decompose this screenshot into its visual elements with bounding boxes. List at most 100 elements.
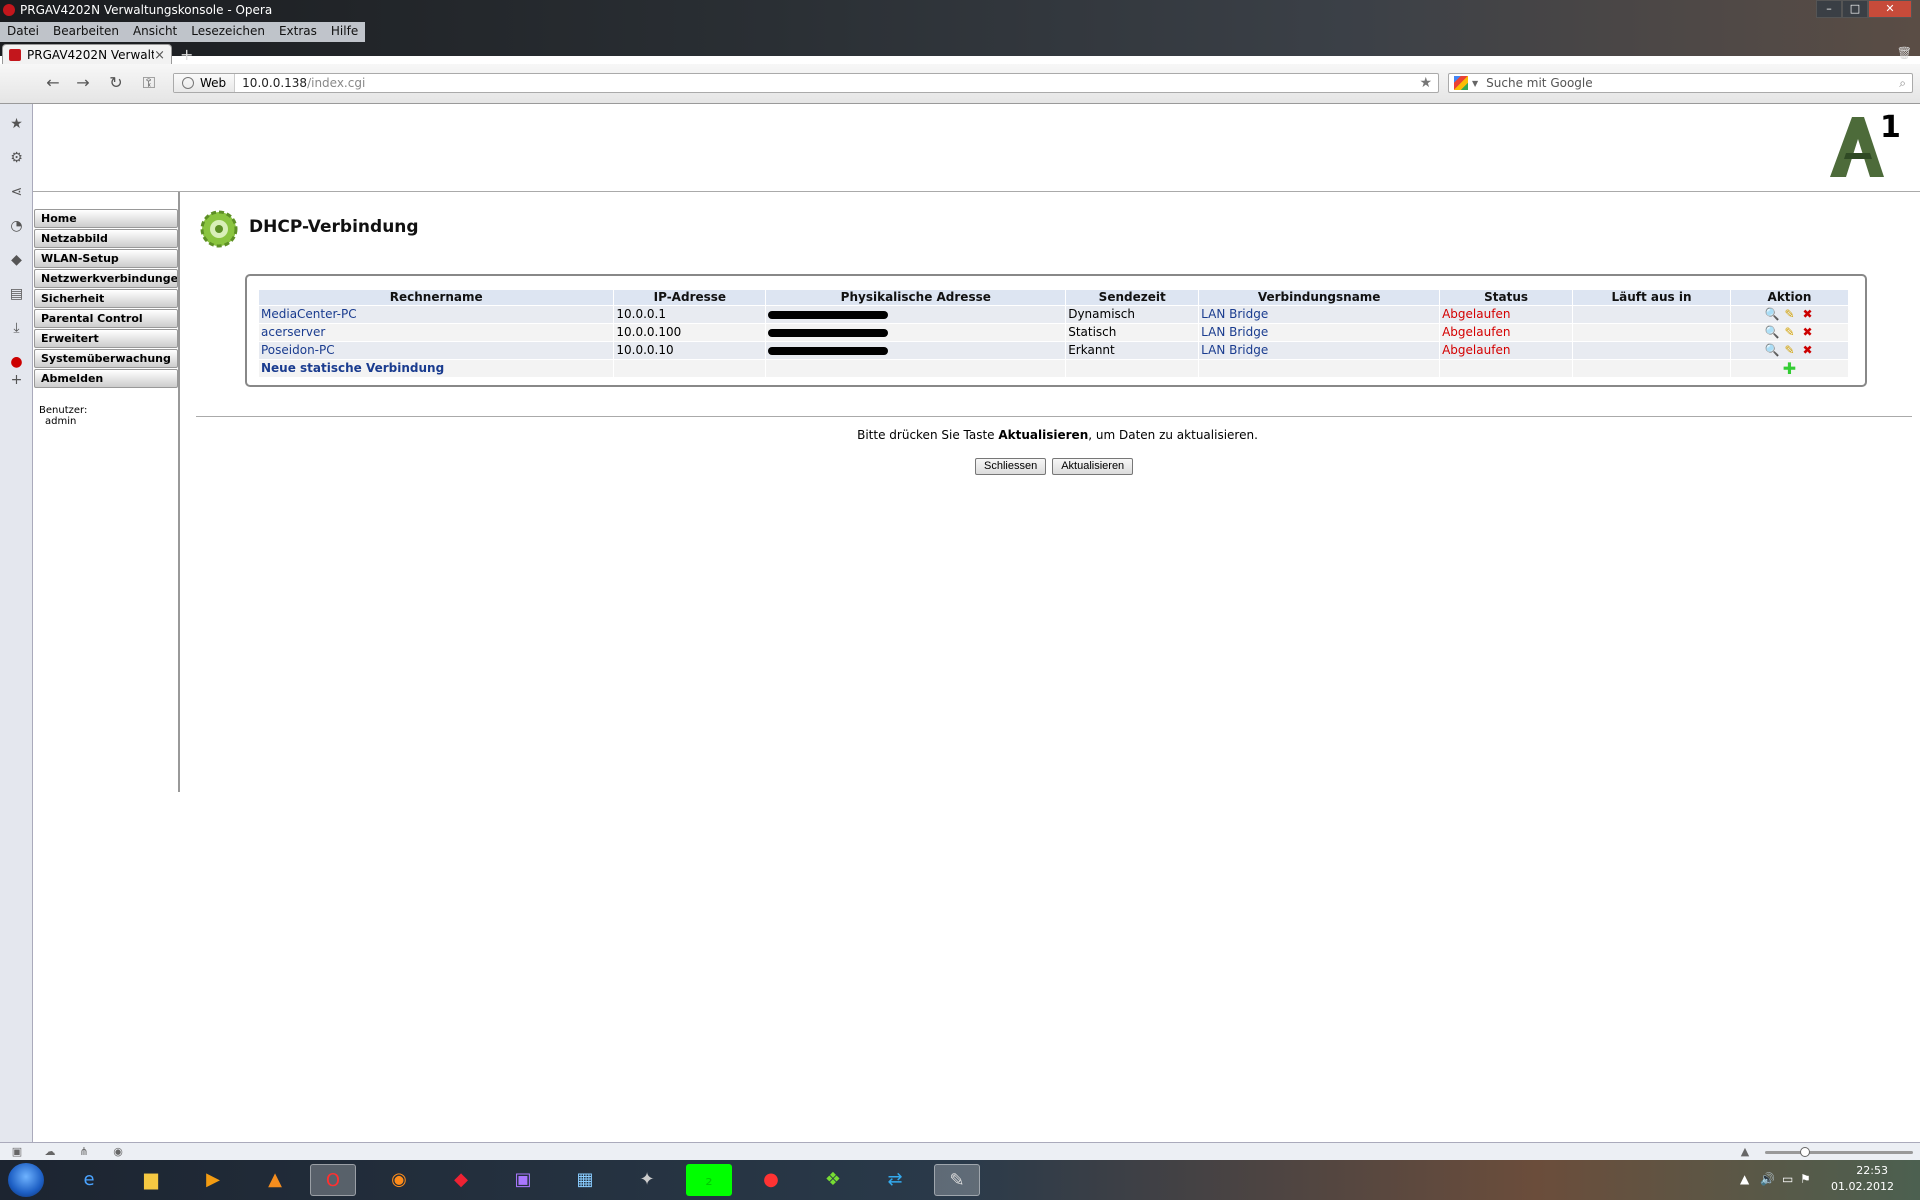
- conn-link[interactable]: LAN Bridge: [1198, 304, 1441, 323]
- col-sendezeit: Sendezeit: [1065, 290, 1200, 305]
- host-link[interactable]: MediaCenter-PC: [259, 304, 615, 323]
- network-icon[interactable]: ▦: [562, 1164, 608, 1196]
- edit-icon[interactable]: ✎: [1782, 343, 1796, 357]
- history-icon[interactable]: ◔: [8, 218, 25, 235]
- type-cell: Erkannt: [1065, 340, 1200, 359]
- nav-abmelden[interactable]: Abmelden: [34, 369, 178, 388]
- start-button[interactable]: [8, 1163, 44, 1197]
- schliessen-button[interactable]: Schliessen: [975, 458, 1047, 475]
- delete-icon[interactable]: ✖: [1800, 343, 1814, 357]
- nav-systemueberwachung[interactable]: Systemüberwachung: [34, 349, 178, 368]
- forward-icon[interactable]: →: [72, 72, 94, 94]
- nav-erweitert[interactable]: Erweitert: [34, 329, 178, 348]
- tab-router-admin[interactable]: PRGAV4202N Verwaltu... ×: [2, 44, 172, 65]
- conn-link[interactable]: LAN Bridge: [1198, 322, 1441, 341]
- tools-icon[interactable]: ✦: [624, 1164, 670, 1196]
- zoom-icon[interactable]: 🔍: [1764, 307, 1779, 321]
- explorer-icon[interactable]: ▆: [128, 1164, 174, 1196]
- chevron-down-icon[interactable]: ▼: [1472, 79, 1478, 88]
- nav-wlan-setup[interactable]: WLAN-Setup: [34, 249, 178, 268]
- turbo-icon[interactable]: ⋔: [77, 1145, 91, 1159]
- media-player-icon[interactable]: ▶: [190, 1164, 236, 1196]
- trash-icon[interactable]: 🗑: [1897, 46, 1912, 60]
- reload-icon[interactable]: ↻: [105, 72, 127, 94]
- game-icon[interactable]: ●: [748, 1164, 794, 1196]
- window-titlebar: PRGAV4202N Verwaltungskonsole - Opera – …: [0, 0, 1920, 65]
- new-static-connection-link[interactable]: Neue statische Verbindung: [261, 361, 444, 375]
- add-icon[interactable]: ✚: [1782, 360, 1796, 376]
- opera-taskbar-icon[interactable]: O: [310, 1164, 356, 1196]
- flag-icon[interactable]: ⚑: [1800, 1172, 1811, 1186]
- key-icon[interactable]: ⚿: [138, 72, 160, 94]
- conn-link[interactable]: LAN Bridge: [1198, 340, 1441, 359]
- menu-bearbeiten[interactable]: Bearbeiten: [46, 22, 126, 42]
- windows-taskbar: e ▆ ▶ ▲ O ◉ ◆ ▣ ▦ ✦ ₂ ● ❖ ⇄ ✎ ▲ 🔊 ▭ ⚑ 22…: [0, 1160, 1920, 1200]
- aktualisieren-button[interactable]: Aktualisieren: [1052, 458, 1134, 475]
- clock-date[interactable]: 01.02.2012: [1831, 1180, 1894, 1193]
- edit-icon[interactable]: ✎: [1782, 307, 1796, 321]
- maximize-button[interactable]: □: [1842, 0, 1868, 18]
- nav-sicherheit[interactable]: Sicherheit: [34, 289, 178, 308]
- back-icon[interactable]: ←: [42, 72, 64, 94]
- nav-home[interactable]: Home: [34, 209, 178, 228]
- web-badge[interactable]: Web: [174, 74, 236, 92]
- zoom-slider[interactable]: [1765, 1151, 1913, 1154]
- dhcp-table-panel: Rechnername IP-Adresse Physikalische Adr…: [245, 274, 1867, 387]
- url-text[interactable]: 10.0.0.138/index.cgi: [235, 76, 365, 90]
- edit-icon[interactable]: ✎: [1782, 325, 1796, 339]
- acrobat-icon[interactable]: ◆: [438, 1164, 484, 1196]
- windows-icon[interactable]: ❖: [810, 1164, 856, 1196]
- host-link[interactable]: Poseidon-PC: [259, 340, 615, 359]
- bookmarks-star-icon[interactable]: ★: [8, 116, 25, 133]
- redaction-mark: [768, 328, 889, 337]
- menu-hilfe[interactable]: Hilfe: [324, 22, 365, 42]
- teamviewer-icon[interactable]: ⇄: [872, 1164, 918, 1196]
- col-expires: Läuft aus in: [1572, 290, 1731, 305]
- download-icon[interactable]: ⤓: [8, 320, 25, 337]
- new-tab-icon[interactable]: +: [180, 45, 193, 64]
- gear-icon[interactable]: ⚙: [8, 150, 25, 167]
- network-tray-icon[interactable]: ▭: [1782, 1172, 1793, 1186]
- menu-extras[interactable]: Extras: [272, 22, 324, 42]
- page-header: 1: [33, 104, 1920, 192]
- widget-icon[interactable]: ◆: [8, 252, 25, 269]
- clock-time[interactable]: 22:53: [1856, 1164, 1888, 1177]
- plus-icon[interactable]: +: [8, 372, 25, 389]
- redaction-mark: [768, 346, 889, 355]
- search-icon[interactable]: ⌕: [1899, 76, 1906, 91]
- minimize-button[interactable]: –: [1816, 0, 1842, 18]
- ie-icon[interactable]: e: [66, 1164, 112, 1196]
- zoom-icon[interactable]: 🔍: [1764, 325, 1779, 339]
- delete-icon[interactable]: ✖: [1800, 307, 1814, 321]
- menu-lesezeichen[interactable]: Lesezeichen: [184, 22, 272, 42]
- panel-toggle-icon[interactable]: ▣: [10, 1145, 24, 1159]
- app-icon[interactable]: ▣: [500, 1164, 546, 1196]
- address-bar[interactable]: Web 10.0.0.138/index.cgi ★: [173, 73, 1439, 93]
- tray-expand-icon[interactable]: ▲: [1740, 1172, 1749, 1186]
- table-row: MediaCenter-PC 10.0.0.1 Dynamisch LAN Br…: [259, 304, 1850, 323]
- cloud-icon[interactable]: ☁: [43, 1145, 57, 1159]
- close-window-button[interactable]: ✕: [1868, 0, 1912, 18]
- volume-icon[interactable]: 🔊: [1760, 1172, 1775, 1186]
- nav-netzabbild[interactable]: Netzabbild: [34, 229, 178, 248]
- notes-icon[interactable]: ▤: [8, 286, 25, 303]
- tab-close-icon[interactable]: ×: [154, 48, 165, 63]
- host-link[interactable]: acerserver: [259, 322, 615, 341]
- share-icon[interactable]: ⋖: [8, 184, 25, 201]
- menu-ansicht[interactable]: Ansicht: [126, 22, 184, 42]
- vlc-icon[interactable]: ▲: [252, 1164, 298, 1196]
- zoom-slider-knob[interactable]: [1800, 1147, 1810, 1157]
- firefox-icon[interactable]: ◉: [376, 1164, 422, 1196]
- menu-datei[interactable]: Datei: [0, 22, 46, 42]
- camera-icon[interactable]: ◉: [111, 1145, 125, 1159]
- nav-netzwerkverbindungen[interactable]: Netzwerkverbindungen: [34, 269, 178, 288]
- nav-parental-control[interactable]: Parental Control: [34, 309, 178, 328]
- bookmark-star-icon[interactable]: ★: [1419, 75, 1432, 91]
- chevron-up-icon[interactable]: ▲: [1738, 1145, 1752, 1159]
- p2p-icon[interactable]: ₂: [686, 1164, 732, 1196]
- paint-icon[interactable]: ✎: [934, 1164, 980, 1196]
- search-field[interactable]: ▼ Suche mit Google ⌕: [1448, 73, 1913, 93]
- zoom-icon[interactable]: 🔍: [1764, 343, 1779, 357]
- delete-icon[interactable]: ✖: [1800, 325, 1814, 339]
- type-cell: Statisch: [1065, 322, 1200, 341]
